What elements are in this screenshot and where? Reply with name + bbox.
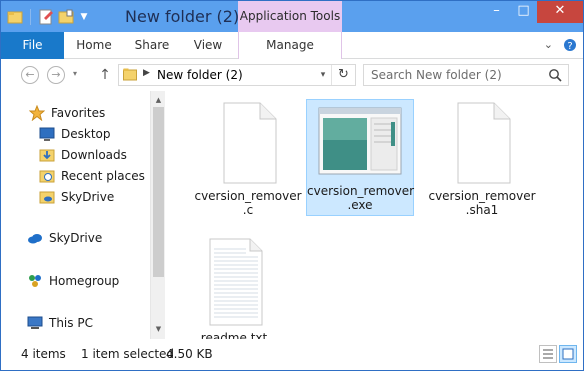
file-name: cversion_remover [428, 189, 536, 203]
status-bar: 4 items 1 item selected 4.50 KB [1, 339, 583, 370]
back-button[interactable]: ← [21, 66, 39, 84]
file-name: cversion_remover [307, 184, 415, 198]
navigation-bar: ← → ▾ ↑ ▶ New folder (2) ▾ ↻ Search New … [1, 59, 583, 91]
chevron-right-icon[interactable]: ▶ [143, 68, 150, 78]
search-input[interactable]: Search New folder (2) [371, 68, 502, 82]
view-switcher [539, 345, 577, 363]
minimize-button[interactable]: – [483, 1, 510, 23]
folder-icon[interactable] [7, 9, 23, 25]
tab-manage[interactable]: Manage [238, 32, 342, 59]
sidebar-item-recent-places[interactable]: Recent places [39, 166, 145, 186]
blank-document-icon [216, 101, 280, 185]
folder-icon [123, 68, 137, 81]
desktop-icon [39, 126, 55, 142]
search-icon[interactable] [548, 68, 562, 82]
file-item[interactable]: cversion_remover .c [194, 101, 302, 217]
sidebar-item-downloads[interactable]: Downloads [39, 145, 127, 165]
navigation-pane-scrollbar[interactable]: ▲ ▼ [150, 91, 165, 339]
maximize-button[interactable]: □ [510, 1, 537, 23]
file-item-selected[interactable]: cversion_remover .exe [306, 99, 414, 216]
selection-size: 4.50 KB [166, 347, 213, 361]
quick-access-toolbar: ▼ [7, 6, 90, 28]
toolbar-separator [30, 9, 31, 25]
forward-button[interactable]: → [47, 66, 65, 84]
navigation-pane: Favorites Desktop Downloads Recent place… [1, 91, 151, 339]
this-pc-icon [27, 315, 43, 331]
window-controls: – □ ✕ [483, 1, 583, 23]
text-document-icon [202, 237, 266, 327]
scroll-down-icon[interactable]: ▼ [151, 322, 166, 337]
address-path[interactable]: New folder (2) [157, 68, 243, 82]
sidebar-item-favorites[interactable]: Favorites [28, 103, 105, 123]
details-view-icon[interactable] [539, 345, 557, 363]
tab-view[interactable]: View [181, 32, 235, 59]
recent-locations-chevron-icon[interactable]: ▾ [73, 69, 77, 78]
new-folder-icon[interactable] [58, 9, 74, 25]
skydrive-cloud-icon [27, 230, 43, 246]
sidebar-item-skydrive-favorite[interactable]: SkyDrive [39, 187, 114, 207]
window-title: New folder (2) [125, 7, 240, 26]
ribbon-right-controls: ⌄ ? [544, 38, 577, 55]
large-icons-view-icon[interactable] [559, 345, 577, 363]
search-box[interactable]: Search New folder (2) [363, 64, 569, 86]
address-bar[interactable]: ▶ New folder (2) ▾ ↻ [118, 64, 356, 86]
explorer-window: ▼ New folder (2) Application Tools – □ ✕… [0, 0, 584, 371]
refresh-icon[interactable]: ↻ [331, 65, 355, 85]
item-count: 4 items [21, 347, 66, 361]
skydrive-folder-icon [39, 189, 55, 205]
recent-places-icon [39, 168, 55, 184]
sidebar-item-this-pc[interactable]: This PC [27, 313, 93, 333]
downloads-icon [39, 147, 55, 163]
help-icon[interactable]: ? [563, 38, 577, 55]
file-extension: .sha1 [465, 203, 499, 217]
file-item[interactable]: readme.txt [180, 237, 288, 345]
sidebar-item-desktop[interactable]: Desktop [39, 124, 111, 144]
context-tab-application-tools: Application Tools [238, 1, 342, 32]
sidebar-item-skydrive[interactable]: SkyDrive [27, 228, 102, 248]
svg-text:?: ? [567, 41, 572, 52]
ribbon-tabs: File Home Share View Manage ⌄ ? [1, 32, 583, 59]
scroll-up-icon[interactable]: ▲ [151, 93, 166, 108]
blank-document-icon [450, 101, 514, 185]
file-item[interactable]: cversion_remover .sha1 [428, 101, 536, 217]
tab-share[interactable]: Share [123, 32, 181, 59]
selection-count: 1 item selected [81, 347, 175, 361]
scrollbar-thumb[interactable] [153, 107, 164, 277]
file-extension: .exe [347, 198, 373, 212]
application-icon [315, 102, 405, 180]
title-bar: ▼ New folder (2) Application Tools – □ ✕ [1, 1, 583, 32]
address-history-dropdown-icon[interactable]: ▾ [315, 67, 331, 83]
tab-file[interactable]: File [1, 32, 64, 59]
file-extension: .c [242, 203, 254, 217]
homegroup-icon [27, 273, 43, 289]
main-area: Favorites Desktop Downloads Recent place… [1, 91, 583, 345]
file-name: cversion_remover [194, 189, 302, 203]
tab-home[interactable]: Home [65, 32, 123, 59]
close-button[interactable]: ✕ [537, 1, 583, 23]
properties-icon[interactable] [38, 9, 54, 25]
chevron-down-icon[interactable]: ⌄ [544, 38, 553, 55]
customize-toolbar-icon[interactable]: ▼ [78, 9, 90, 25]
file-list: cversion_remover .c cversion_remover .ex… [166, 91, 583, 345]
sidebar-item-homegroup[interactable]: Homegroup [27, 271, 119, 291]
star-icon [28, 104, 46, 122]
up-button[interactable]: ↑ [97, 66, 113, 84]
